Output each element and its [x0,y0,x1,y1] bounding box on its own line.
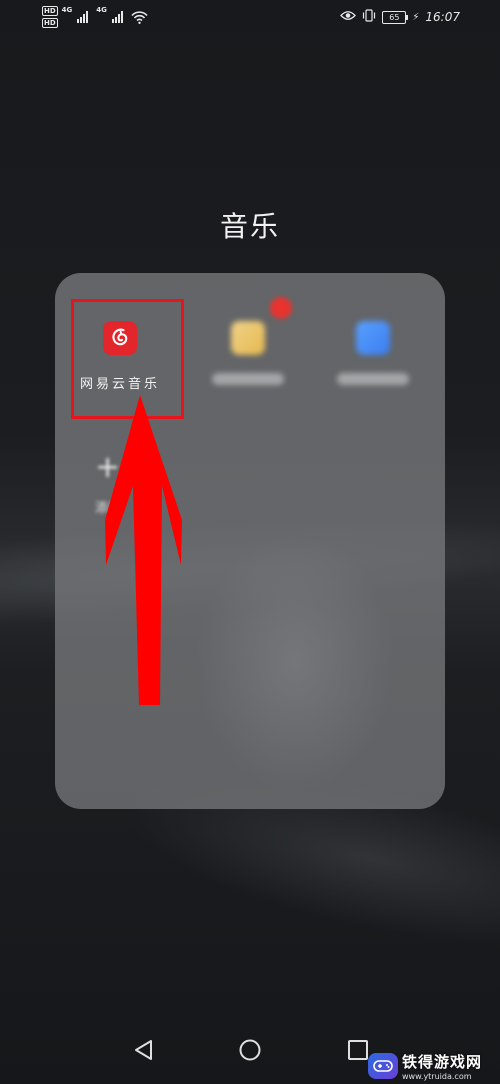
notification-badge [270,297,292,319]
blurred-app-label [212,373,284,385]
status-right: 65 ⚡ 16:07 [340,9,460,25]
back-icon[interactable] [132,1038,156,1066]
watermark: 铁得游戏网 www.ytruida.com [368,1048,500,1084]
signal-icon [77,11,89,23]
home-icon[interactable] [238,1038,262,1066]
charging-icon: ⚡ [412,11,420,23]
hd-indicators: HD HD [42,6,58,28]
watermark-logo-icon [368,1053,398,1079]
watermark-text: 铁得游戏网 www.ytruida.com [402,1051,482,1081]
highlight-box [71,299,184,419]
network-type-1: 4G [61,6,73,14]
add-label: 添加 [95,501,122,516]
blurred-app-icon[interactable] [231,321,265,355]
watermark-name: 铁得游戏网 [402,1053,483,1071]
vibrate-icon [362,9,376,25]
battery-icon: 65 [382,10,409,24]
plus-icon: + [95,450,121,485]
folder-title[interactable]: 音乐 [0,205,500,245]
recent-apps-icon[interactable] [346,1038,370,1066]
blurred-app-icon[interactable] [356,321,390,355]
app-blurred-1[interactable] [193,321,303,385]
status-left: HD HD 4G 4G [42,6,148,28]
eye-comfort-icon [340,10,357,24]
status-bar: HD HD 4G 4G 65 ⚡ 16:07 [0,0,500,36]
panel-glow [195,533,395,793]
blurred-app-label [337,373,409,385]
add-app-button[interactable]: + 添加 [95,450,122,517]
app-blurred-2[interactable] [318,321,428,385]
hd-badge-1: HD [42,6,58,16]
wifi-icon [131,10,148,24]
watermark-url: www.ytruida.com [402,1072,472,1081]
clock: 16:07 [425,10,460,24]
signal-icon [111,11,123,23]
network-type-2: 4G [96,6,107,14]
hd-badge-2: HD [42,18,58,28]
